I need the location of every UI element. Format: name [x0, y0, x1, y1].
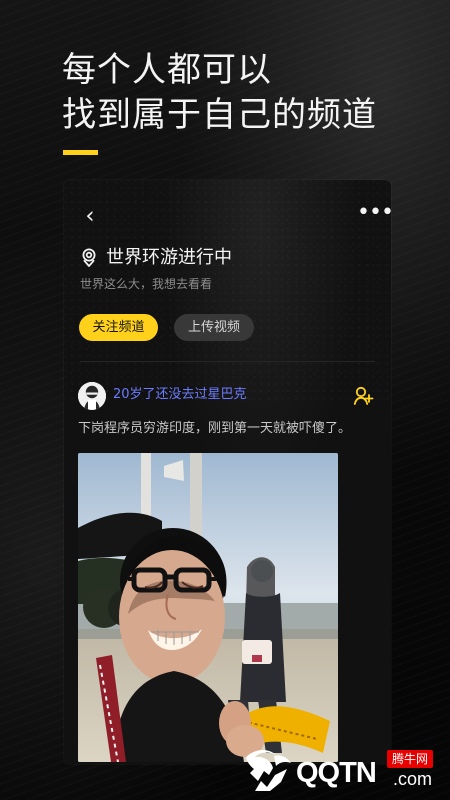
- add-user-icon[interactable]: [352, 385, 374, 407]
- headline-accent-bar: [63, 150, 98, 155]
- upload-video-button[interactable]: 上传视频: [174, 314, 254, 341]
- logo-badge: 腾牛网: [387, 750, 433, 768]
- logo-domain: .com: [393, 769, 433, 789]
- follow-channel-button[interactable]: 关注频道: [79, 314, 158, 341]
- avatar[interactable]: [78, 382, 106, 410]
- video-thumbnail[interactable]: [78, 453, 338, 762]
- logo-wordmark: QQTN: [296, 757, 377, 789]
- app-promo-screen: 每个人都可以 找到属于自己的频道 ‹ ••• 世界环游进行中 世界这么大，我想去…: [0, 0, 450, 800]
- post-caption: 下岗程序员穷游印度，刚到第一天就被吓傻了。: [78, 421, 352, 436]
- headline-line-2: 找到属于自己的频道: [62, 95, 377, 135]
- chevron-left-icon[interactable]: ‹: [81, 205, 99, 228]
- headline-line-1: 每个人都可以: [62, 50, 272, 90]
- channel-preview-card: ‹ ••• 世界环游进行中 世界这么大，我想去看看 关注频道 上传视频 20岁了…: [64, 180, 391, 764]
- more-horizontal-icon[interactable]: •••: [357, 202, 391, 224]
- section-divider: [80, 361, 375, 362]
- promo-headline: 每个人都可以 找到属于自己的频道: [62, 48, 377, 138]
- channel-title: 世界环游进行中: [106, 247, 232, 268]
- bull-logo-icon: [246, 749, 291, 791]
- channel-subtitle: 世界这么大，我想去看看: [80, 277, 213, 291]
- author-name-link[interactable]: 20岁了还没去过星巴克: [113, 386, 247, 404]
- channel-title-row: 世界环游进行中: [80, 246, 232, 270]
- location-pin-icon: [82, 248, 96, 267]
- post-author-row: 20岁了还没去过星巴克: [78, 382, 374, 412]
- qqtn-logo: QQTN .com 腾牛网: [242, 748, 444, 794]
